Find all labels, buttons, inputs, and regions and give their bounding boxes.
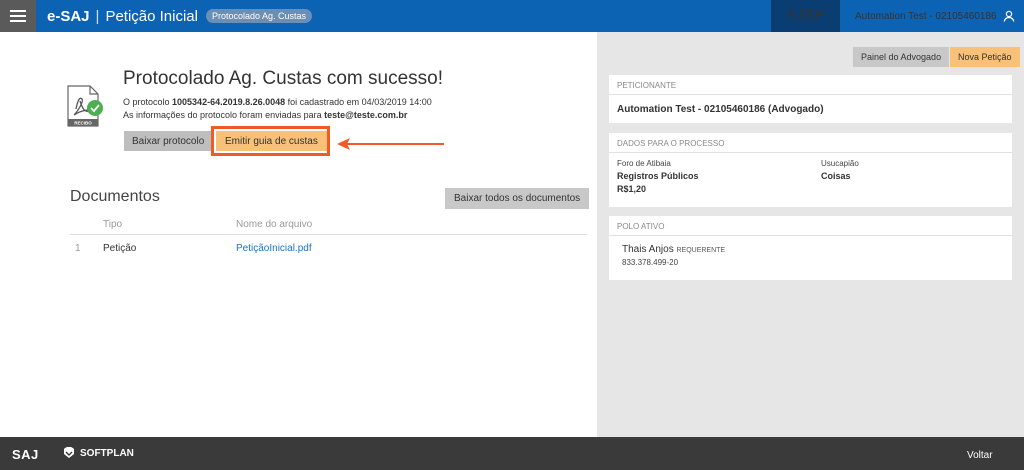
user-name: Automation Test - 02105460186 [855,10,997,22]
process-heading: DADOS PARA O PROCESSO [609,133,1012,153]
status-badge: Protocolado Ag. Custas [206,9,313,23]
court-label: TJSP [771,0,840,32]
success-title: Protocolado Ag. Custas com sucesso! [123,68,443,89]
court-location: Foro de Atibaia [617,159,671,168]
email-info: As informações do protocolo foram enviad… [123,110,407,120]
title-separator: | [95,7,100,25]
document-link[interactable]: PetiçãoInicial.pdf [236,243,312,254]
email-prefix: As informações do protocolo foram enviad… [123,110,325,120]
party-name: Thais Anjos [622,244,674,255]
row-index: 1 [75,243,81,254]
back-link[interactable]: Voltar [967,450,993,461]
arrow-left-icon [337,138,444,150]
party-document: 833.378.499-20 [622,258,679,267]
active-party-card: POLO ATIVO Thais Anjos REQUERENTE 833.37… [609,216,1012,280]
emit-guide-button[interactable]: Emitir guia de custas [216,131,327,151]
active-party-heading: POLO ATIVO [609,216,1012,236]
table-divider [70,234,587,235]
footer-bar: SAJ SOFTPLAN Voltar [0,437,1024,470]
documents-title: Documentos [70,188,160,205]
row-type: Petição [103,243,137,254]
receipt-caption: RECIBO [74,121,92,126]
pdf-receipt-icon: RECIBO [67,85,103,127]
protocol-suffix: foi cadastrado em 04/03/2019 14:00 [285,97,432,107]
petitioner-heading: PETICIONANTE [609,75,1012,95]
softplan-icon [64,447,74,458]
column-filename-header: Nome do arquivo [236,219,313,230]
lawyer-panel-button[interactable]: Painel do Advogado [853,47,950,67]
protocol-number: 1005342-64.2019.8.26.0048 [172,97,286,107]
download-protocol-button[interactable]: Baixar protocolo [124,131,213,151]
column-type-header: Tipo [103,219,123,230]
user-icon [1003,10,1014,22]
protocol-prefix: O protocolo [123,97,173,107]
email-address: teste@teste.com.br [324,110,408,120]
page-title: Petição Inicial [105,7,198,25]
brand-logo[interactable]: e-SAJ [47,8,90,25]
case-subject: Coisas [821,171,851,181]
case-value: R$1,20 [617,184,647,194]
petitioner-card: PETICIONANTE Automation Test - 021054601… [609,75,1012,123]
hamburger-menu-icon[interactable] [0,0,36,32]
summary-panel: Painel do Advogado Nova Petição PETICION… [597,32,1024,437]
party-role: REQUERENTE [676,247,726,254]
user-menu[interactable]: Automation Test - 02105460186 [855,0,1015,32]
softplan-logo: SOFTPLAN [62,447,134,459]
download-all-button[interactable]: Baixar todos os documentos [445,188,590,209]
saj-logo: SAJ [12,447,39,462]
case-class: Usucapião [821,159,859,168]
protocol-info: O protocolo 1005342-64.2019.8.26.0048 fo… [123,97,432,107]
new-petition-button[interactable]: Nova Petição [950,47,1020,67]
jurisdiction: Registros Públicos [617,171,699,181]
process-data-card: DADOS PARA O PROCESSO Foro de Atibaia Re… [609,133,1012,207]
softplan-name: SOFTPLAN [80,447,134,459]
petitioner-name: Automation Test - 02105460186 (Advogado) [617,104,824,115]
